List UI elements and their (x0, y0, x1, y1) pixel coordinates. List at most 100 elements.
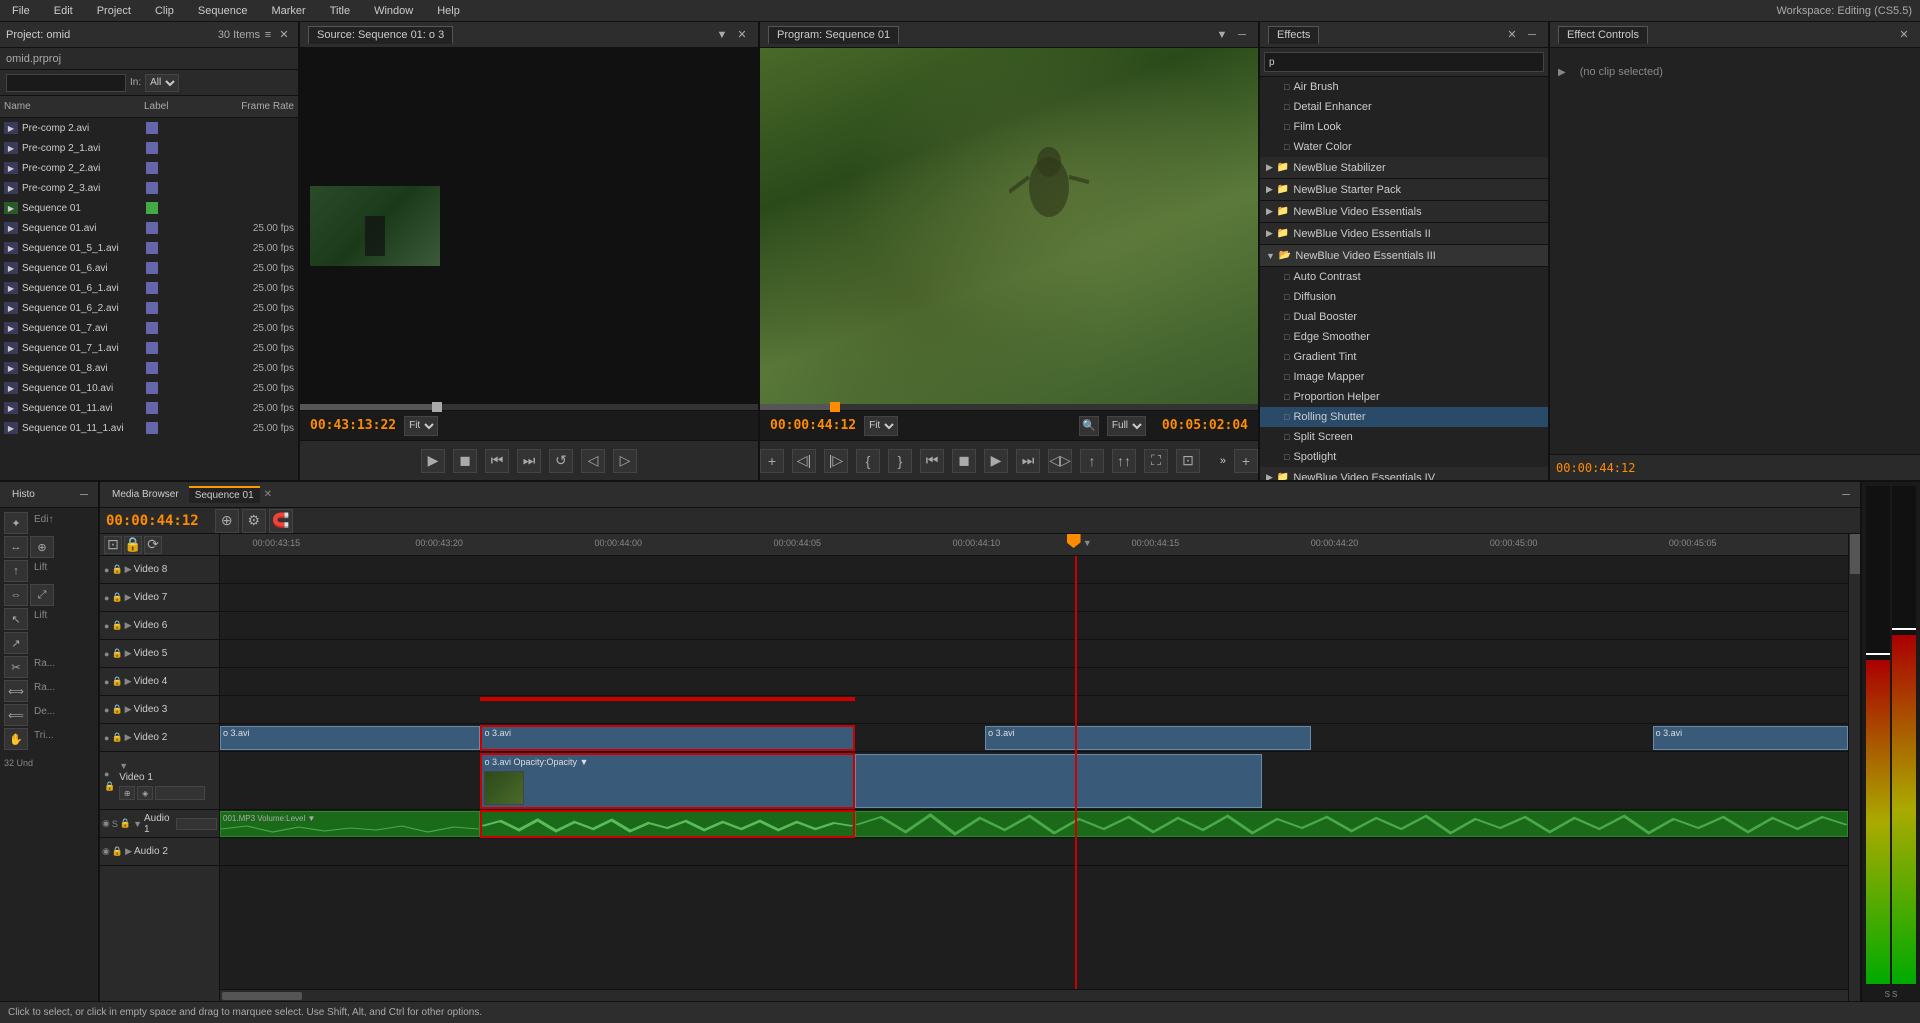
file-item[interactable]: ▶Sequence 01_5_1.avi25.00 fps (0, 238, 298, 258)
effect-item-airbrush[interactable]: □ Air Brush (1260, 77, 1548, 97)
v8-expand-icon[interactable]: ▶ (125, 564, 132, 575)
vscroll-thumb[interactable] (1850, 534, 1860, 574)
effects-tab[interactable]: Effects (1268, 26, 1319, 44)
source-next-btn[interactable]: ⏭ (517, 449, 541, 473)
source-scrubber-handle[interactable] (432, 402, 442, 412)
project-search-input[interactable] (6, 74, 126, 92)
ec-menu-btn[interactable]: ✕ (1896, 28, 1912, 41)
source-tab[interactable]: Source: Sequence 01: o 3 (308, 26, 453, 44)
v5-eye-icon[interactable]: ● (104, 649, 109, 659)
a2-expand-icon[interactable]: ▶ (125, 846, 132, 857)
tools-minimize-btn[interactable]: ─ (76, 489, 92, 501)
program-tab[interactable]: Program: Sequence 01 (768, 26, 899, 44)
program-zoom-btn[interactable]: 🔍 (1079, 416, 1099, 436)
v3-lock-icon[interactable]: 🔒 (111, 704, 122, 715)
tab-close-btn[interactable]: ✕ (264, 489, 272, 500)
effects-cat-ve3[interactable]: ▼ 📂 NewBlue Video Essentials III (1260, 245, 1548, 267)
prog-add-track-btn[interactable]: + (1234, 449, 1258, 473)
tool-slip[interactable]: ⟺ (4, 680, 28, 702)
a1-clip-after[interactable] (855, 811, 1848, 837)
tool-razor[interactable]: ✂ (4, 656, 28, 678)
effect-controls-tab[interactable]: Effect Controls (1558, 26, 1648, 44)
effect-item-film-look[interactable]: □ Film Look (1260, 117, 1548, 137)
v3-eye-icon[interactable]: ● (104, 705, 109, 715)
v6-lock-icon[interactable]: 🔒 (111, 620, 122, 631)
v1-clip-selected[interactable]: o 3.avi Opacity:Opacity ▼ (480, 753, 854, 809)
file-item[interactable]: ▶Sequence 01_8.avi25.00 fps (0, 358, 298, 378)
source-stop-btn[interactable]: ◼ (453, 449, 477, 473)
menu-file[interactable]: File (8, 3, 34, 19)
source-menu-btn[interactable]: ▼ (714, 29, 730, 41)
project-close-btn[interactable]: ✕ (276, 28, 292, 41)
timeline-hscrollbar[interactable] (220, 989, 1848, 1001)
source-timecode[interactable]: 00:43:13:22 (310, 418, 396, 433)
project-collapse-btn[interactable]: ≡ (260, 29, 276, 41)
a2-lock-icon[interactable]: 🔒 (112, 846, 123, 857)
tab-sequence01[interactable]: Sequence 01 (189, 486, 260, 503)
prog-add-btn[interactable]: + (760, 449, 784, 473)
file-item[interactable]: ▶Sequence 01_7_1.avi25.00 fps (0, 338, 298, 358)
file-item[interactable]: ▶Sequence 01_11_1.avi25.00 fps (0, 418, 298, 438)
menu-sequence[interactable]: Sequence (194, 3, 252, 19)
source-scrubber[interactable] (300, 404, 758, 410)
file-item[interactable]: ▶Sequence 01_10.avi25.00 fps (0, 378, 298, 398)
v6-expand-icon[interactable]: ▶ (125, 620, 132, 631)
a1-clip-before[interactable]: 001.MP3 Volume:Level ▼ (220, 811, 480, 837)
v3-expand-icon[interactable]: ▶ (125, 704, 132, 715)
menu-clip[interactable]: Clip (151, 3, 178, 19)
program-fit-select[interactable]: Fit (864, 416, 898, 436)
tl-settings-btn[interactable]: ⚙ (242, 509, 266, 533)
v2-eye-icon[interactable]: ● (104, 733, 109, 743)
col-name-header[interactable]: Name (4, 101, 144, 112)
tool-lift[interactable]: ↑ (4, 560, 28, 582)
source-fit-select[interactable]: Fit (404, 416, 438, 436)
tool-zoom[interactable]: ⤢ (30, 584, 54, 606)
menu-window[interactable]: Window (370, 3, 417, 19)
file-item[interactable]: ▶Sequence 01_7.avi25.00 fps (0, 318, 298, 338)
prog-step-fwd-btn[interactable]: |▷ (824, 449, 848, 473)
v1-opacity-slider[interactable] (155, 786, 205, 800)
tab-media-browser[interactable]: Media Browser (106, 487, 185, 502)
file-item[interactable]: ▶Sequence 01_11.avi25.00 fps (0, 398, 298, 418)
file-item[interactable]: ▶Pre-comp 2_2.avi (0, 158, 298, 178)
v1-clip-2[interactable] (855, 754, 1262, 808)
source-loop-btn[interactable]: ↺ (549, 449, 573, 473)
v6-eye-icon[interactable]: ● (104, 621, 109, 631)
prog-extract-btn[interactable]: ↑↑ (1112, 449, 1136, 473)
track-content-a1[interactable]: 001.MP3 Volume:Level ▼ (220, 810, 1848, 838)
file-item[interactable]: ▶Sequence 01.avi25.00 fps (0, 218, 298, 238)
prog-step-back-btn[interactable]: ◁| (792, 449, 816, 473)
v2-clip-3[interactable]: o 3.avi (985, 726, 1311, 750)
tab-histo[interactable]: Histo (6, 487, 41, 502)
prog-safe-margins-btn[interactable]: ⊡ (1176, 449, 1200, 473)
tool-move[interactable]: ↔ (4, 536, 28, 558)
effect-proportion-helper[interactable]: □ Proportion Helper (1260, 387, 1548, 407)
prog-next-edit-btn[interactable]: ⏭ (1016, 449, 1040, 473)
effects-cat-ve[interactable]: ▶ 📁 NewBlue Video Essentials (1260, 201, 1548, 223)
source-play-btn[interactable]: ▶ (421, 449, 445, 473)
v7-expand-icon[interactable]: ▶ (125, 592, 132, 603)
effect-item-water-color[interactable]: □ Water Color (1260, 137, 1548, 157)
effects-close-btn[interactable]: ─ (1524, 29, 1540, 41)
a1-clip-selected[interactable] (480, 810, 854, 838)
tool-edit[interactable]: ✦ (4, 512, 28, 534)
effect-rolling-shutter[interactable]: □ Rolling Shutter (1260, 407, 1548, 427)
prog-mark-out-btn[interactable]: } (888, 449, 912, 473)
v1-lock-icon[interactable]: 🔒 (104, 781, 115, 792)
effect-split-screen[interactable]: □ Split Screen (1260, 427, 1548, 447)
effects-cat-stabilizer[interactable]: ▶ 📁 NewBlue Stabilizer (1260, 157, 1548, 179)
effects-cat-ve4[interactable]: ▶ 📁 NewBlue Video Essentials IV (1260, 467, 1548, 480)
prog-mark-in-btn[interactable]: { (856, 449, 880, 473)
v8-toggle-icon[interactable]: ● (104, 565, 109, 575)
tool-track[interactable]: ⊕ (30, 536, 54, 558)
menu-project[interactable]: Project (93, 3, 135, 19)
file-item[interactable]: ▶Pre-comp 2.avi (0, 118, 298, 138)
track-content-v2[interactable]: o 3.avi o 3.avi o 3.avi o 3.avi (220, 724, 1848, 752)
tool-pointer[interactable]: ↗ (4, 632, 28, 654)
tl-snap-btn2[interactable]: ⊡ (104, 536, 122, 554)
a1-expand-icon[interactable]: ▼ (133, 819, 142, 829)
file-item[interactable]: ▶Sequence 01_6.avi25.00 fps (0, 258, 298, 278)
a1-volume-slider[interactable] (176, 818, 217, 830)
v1-ctrl2[interactable]: ◈ (137, 786, 153, 800)
tl-menu-btn[interactable]: ─ (1838, 489, 1854, 501)
